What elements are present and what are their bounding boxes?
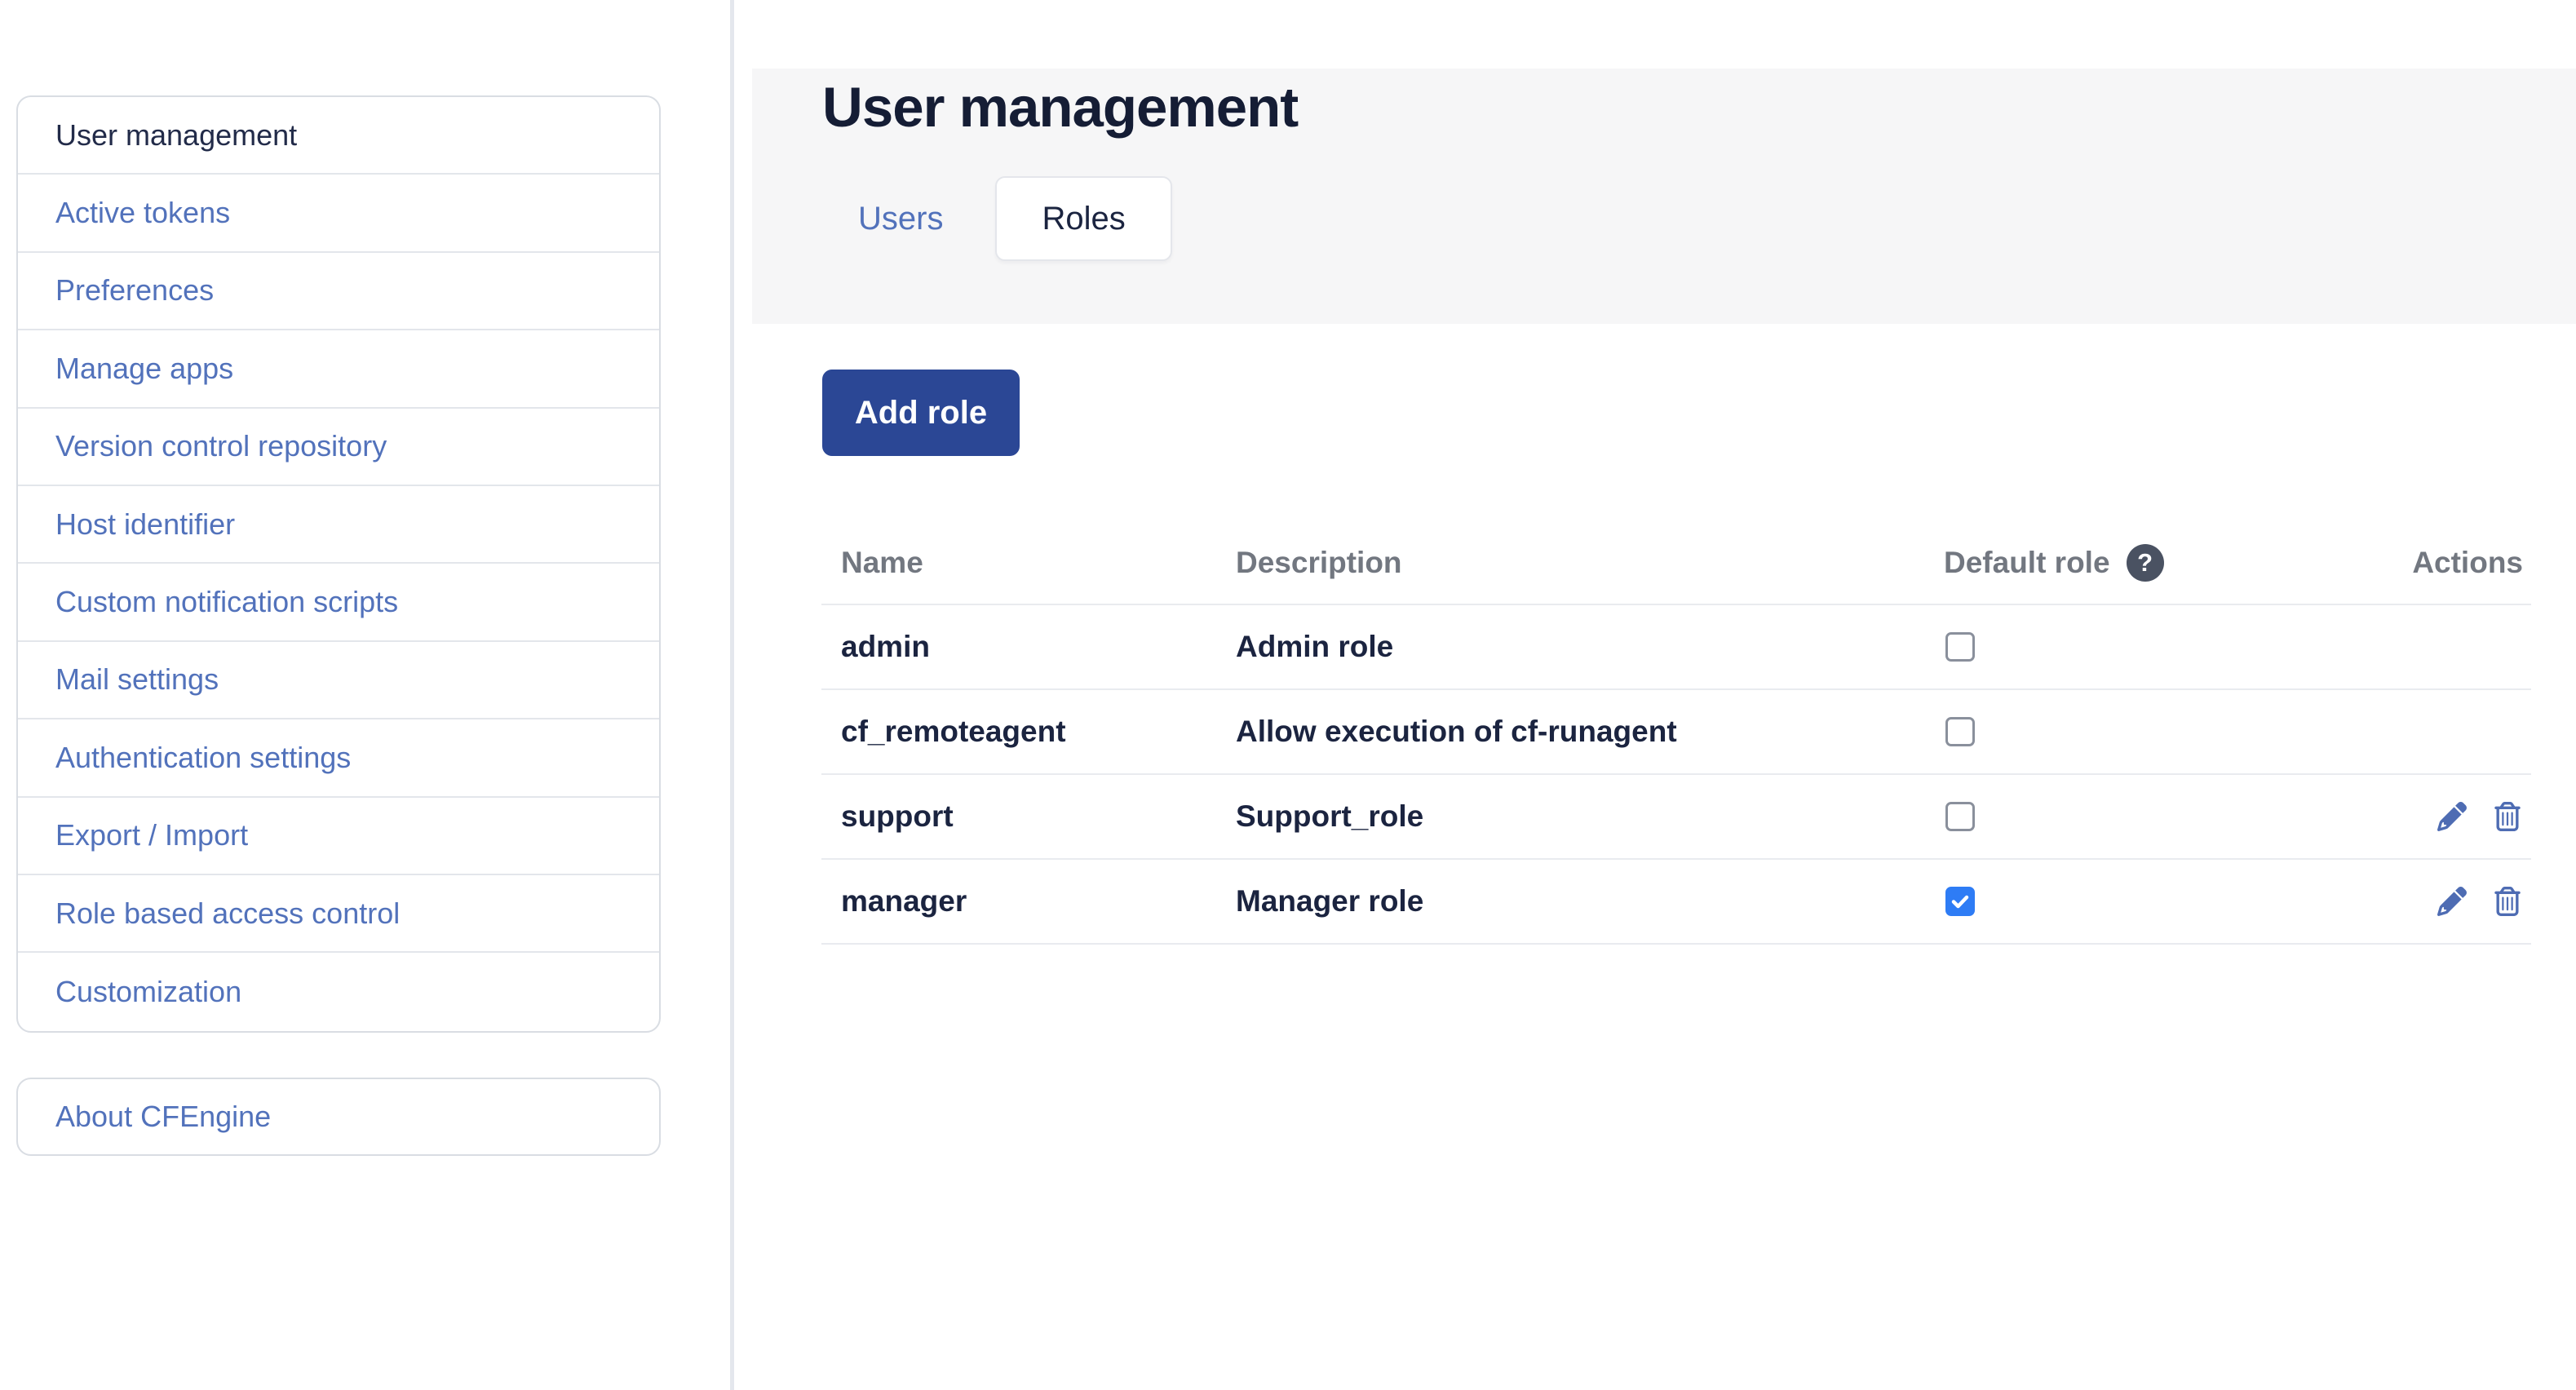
edit-role-button[interactable] xyxy=(2437,801,2468,832)
table-row: manager Manager role xyxy=(821,860,2531,945)
column-header-name: Name xyxy=(821,546,1236,580)
table-row: support Support_role xyxy=(821,775,2531,860)
column-header-default-role: Default role ? xyxy=(1944,544,2433,582)
role-description-cell: Admin role xyxy=(1236,630,1944,664)
sidebar-divider xyxy=(730,0,734,1390)
delete-role-button[interactable] xyxy=(2492,886,2523,917)
sidebar-item-preferences[interactable]: Preferences xyxy=(18,253,659,330)
sidebar-item-export-import[interactable]: Export / Import xyxy=(18,798,659,875)
trash-icon xyxy=(2493,887,2522,916)
table-row: admin Admin role xyxy=(821,605,2531,690)
role-description-cell: Manager role xyxy=(1236,884,1944,919)
sidebar-item-authentication-settings[interactable]: Authentication settings xyxy=(18,719,659,797)
sidebar-item-manage-apps[interactable]: Manage apps xyxy=(18,330,659,408)
actions-cell xyxy=(2433,631,2531,662)
checkmark-icon xyxy=(1950,892,1970,911)
default-role-cell xyxy=(1944,802,2433,831)
role-name-cell: manager xyxy=(821,884,1236,919)
actions-cell xyxy=(2433,886,2531,917)
roles-table: Name Description Default role ? Actions … xyxy=(821,522,2531,945)
role-description-cell: Allow execution of cf-runagent xyxy=(1236,715,1944,749)
column-header-default-role-label: Default role xyxy=(1944,546,2110,580)
actions-cell xyxy=(2433,716,2531,747)
role-name-cell: support xyxy=(821,799,1236,834)
sidebar-item-mail-settings[interactable]: Mail settings xyxy=(18,642,659,719)
default-role-checkbox[interactable] xyxy=(1945,802,1975,831)
settings-sidebar: User management Active tokens Preference… xyxy=(16,95,661,1033)
column-header-description: Description xyxy=(1236,546,1944,580)
page-header: User management Users Roles xyxy=(752,69,2576,324)
sidebar-item-user-management[interactable]: User management xyxy=(18,97,659,175)
actions-cell xyxy=(2433,801,2531,832)
default-role-checkbox[interactable] xyxy=(1945,887,1975,916)
sidebar-item-host-identifier[interactable]: Host identifier xyxy=(18,486,659,564)
sidebar-item-about-cfengine[interactable]: About CFEngine xyxy=(18,1079,659,1154)
about-card: About CFEngine xyxy=(16,1078,661,1156)
default-role-checkbox[interactable] xyxy=(1945,632,1975,662)
pencil-icon xyxy=(2437,802,2467,831)
role-name-cell: admin xyxy=(821,630,1236,664)
tab-users[interactable]: Users xyxy=(822,176,979,261)
add-role-button[interactable]: Add role xyxy=(822,370,1020,456)
column-header-actions: Actions xyxy=(2433,546,2531,580)
sidebar-item-active-tokens[interactable]: Active tokens xyxy=(18,175,659,252)
tab-roles[interactable]: Roles xyxy=(995,176,1171,261)
default-role-cell xyxy=(1944,717,2433,746)
trash-icon xyxy=(2493,802,2522,831)
default-role-cell xyxy=(1944,887,2433,916)
question-circle-icon[interactable]: ? xyxy=(2127,544,2164,582)
delete-role-button[interactable] xyxy=(2492,801,2523,832)
table-header-row: Name Description Default role ? Actions xyxy=(821,522,2531,605)
cfengine-settings-page: User management Active tokens Preference… xyxy=(0,0,2576,1390)
row-actions xyxy=(2437,801,2523,832)
sidebar-item-custom-notification-scripts[interactable]: Custom notification scripts xyxy=(18,564,659,641)
pencil-icon xyxy=(2437,887,2467,916)
default-role-checkbox[interactable] xyxy=(1945,717,1975,746)
tab-bar: Users Roles xyxy=(822,176,1172,261)
page-title: User management xyxy=(822,75,1298,140)
role-description-cell: Support_role xyxy=(1236,799,1944,834)
role-name-cell: cf_remoteagent xyxy=(821,715,1236,749)
sidebar-item-role-based-access-control[interactable]: Role based access control xyxy=(18,875,659,953)
edit-role-button[interactable] xyxy=(2437,886,2468,917)
sidebar-item-version-control-repository[interactable]: Version control repository xyxy=(18,409,659,486)
row-actions xyxy=(2437,886,2523,917)
table-row: cf_remoteagent Allow execution of cf-run… xyxy=(821,690,2531,775)
default-role-cell xyxy=(1944,632,2433,662)
sidebar-item-customization[interactable]: Customization xyxy=(18,953,659,1030)
